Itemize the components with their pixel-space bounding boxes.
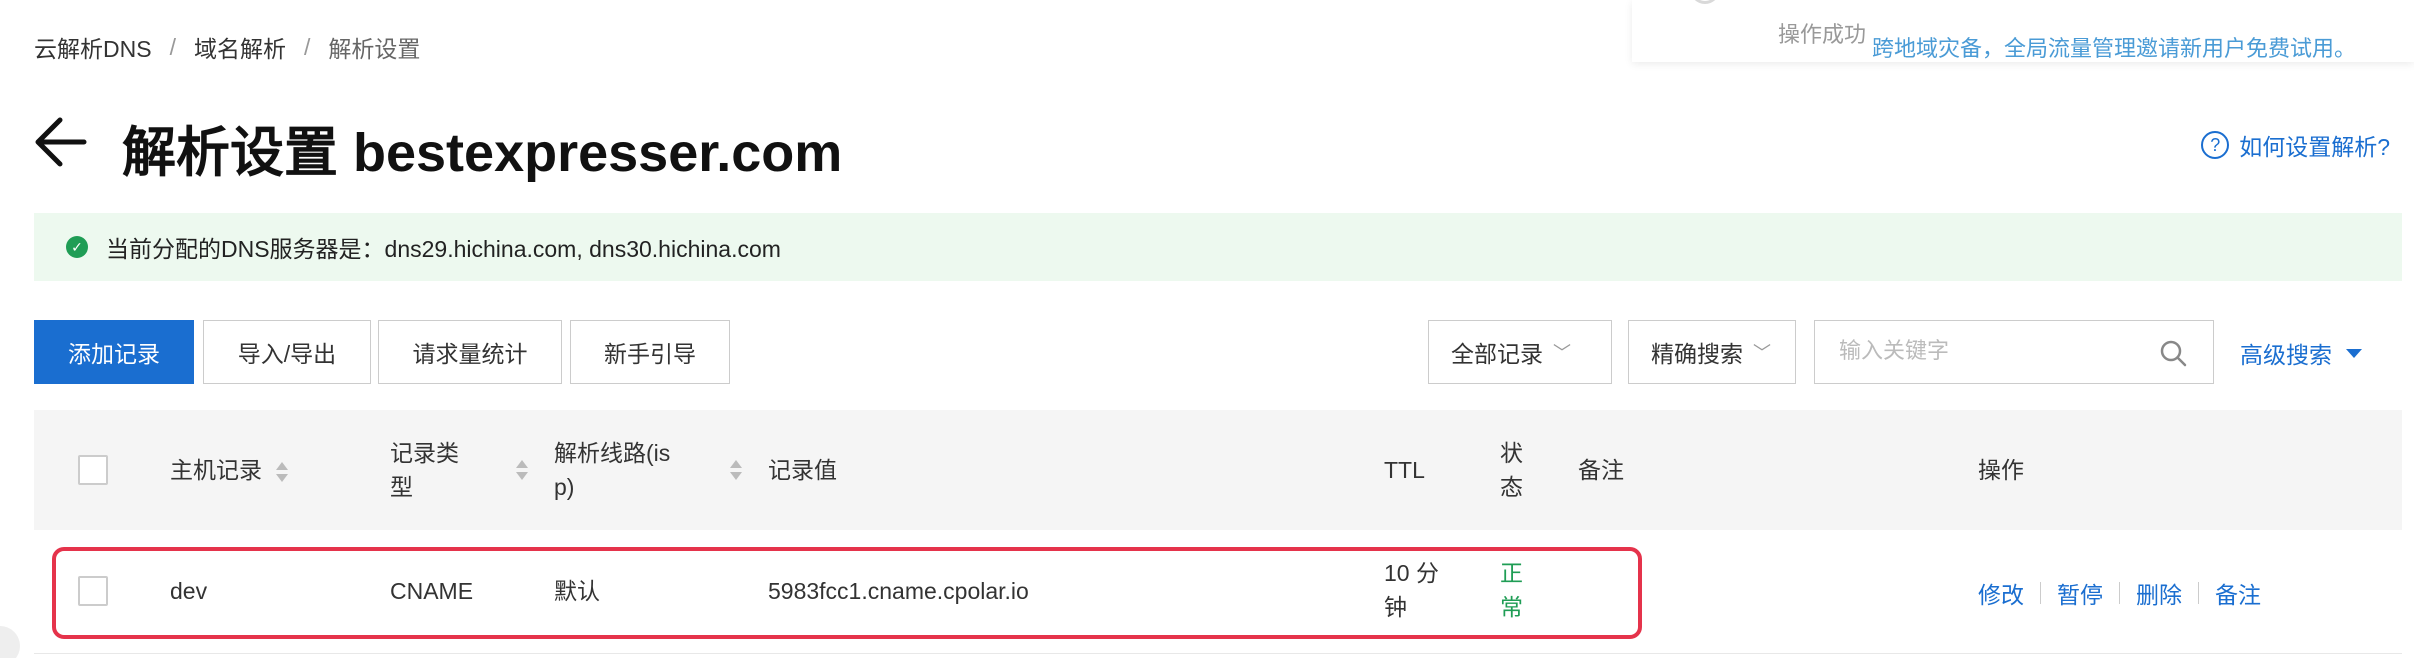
sort-icon[interactable] xyxy=(276,460,288,484)
chevron-down-icon: ﹀ xyxy=(1553,343,1571,363)
sort-icon[interactable] xyxy=(730,458,742,482)
page-title: 解析设置 bestexpresser.com xyxy=(122,123,843,183)
pause-link[interactable]: 暂停 xyxy=(2057,576,2103,610)
column-line-label-2: p) xyxy=(554,474,575,500)
remark-link[interactable]: 备注 xyxy=(2215,576,2261,610)
search-box xyxy=(1814,320,2214,384)
dns-server-text: 当前分配的DNS服务器是：dns29.hichina.com, dns30.hi… xyxy=(106,236,781,262)
action-divider xyxy=(2040,582,2041,604)
search-input[interactable] xyxy=(1815,321,2135,381)
column-type-label: 记录类 xyxy=(390,440,459,466)
column-remark: 备注 xyxy=(1578,457,1624,483)
corner-decoration xyxy=(0,626,20,658)
action-divider xyxy=(2198,582,2199,604)
table-header: 主机记录 记录类 型 解析线路(is p) 记录值 TTL 状 态 备注 操作 xyxy=(34,410,2402,530)
toast-message: 操作成功 xyxy=(1778,22,1867,47)
import-export-button[interactable]: 导入/导出 xyxy=(203,320,371,384)
success-circle-icon xyxy=(1690,0,1720,4)
row-actions: 修改 暂停 删除 备注 xyxy=(1978,576,2261,610)
column-status: 状 态 xyxy=(1500,436,1523,504)
chevron-down-icon: ﹀ xyxy=(1753,343,1771,363)
advanced-search-label: 高级搜索 xyxy=(2240,342,2332,368)
action-divider xyxy=(2119,582,2120,604)
column-host-label: 主机记录 xyxy=(170,457,262,483)
breadcrumb-separator: / xyxy=(169,33,176,60)
match-mode-value: 精确搜索 xyxy=(1651,341,1743,367)
select-all-checkbox[interactable] xyxy=(78,455,108,485)
search-icon[interactable] xyxy=(2159,339,2187,367)
caret-down-icon xyxy=(2346,348,2362,358)
breadcrumb: 云解析DNS / 域名解析 / 解析设置 xyxy=(34,30,420,64)
delete-link[interactable]: 删除 xyxy=(2136,576,2182,610)
promo-link[interactable]: 跨地域灾备，全局流量管理邀请新用户免费试用。 xyxy=(1872,31,2356,63)
record-filter-select[interactable]: 全部记录 ﹀ xyxy=(1428,320,1612,384)
sort-icon[interactable] xyxy=(516,458,528,482)
breadcrumb-item-dns[interactable]: 云解析DNS xyxy=(34,30,152,64)
column-status-label: 状 xyxy=(1500,440,1523,466)
breadcrumb-item-current: 解析设置 xyxy=(328,36,421,62)
column-type-label-2: 型 xyxy=(390,474,413,500)
breadcrumb-item-domain[interactable]: 域名解析 xyxy=(194,30,286,64)
dns-server-info: ✓ 当前分配的DNS服务器是：dns29.hichina.com, dns30.… xyxy=(34,213,2402,281)
column-ops: 操作 xyxy=(1978,457,2024,483)
add-record-button[interactable]: 添加记录 xyxy=(34,320,194,384)
column-type[interactable]: 记录类 型 xyxy=(390,436,459,504)
column-ttl: TTL xyxy=(1384,457,1425,483)
match-mode-select[interactable]: 精确搜索 ﹀ xyxy=(1628,320,1796,384)
column-value: 记录值 xyxy=(768,457,837,483)
back-arrow-icon[interactable] xyxy=(34,112,88,172)
help-link[interactable]: ? 如何设置解析? xyxy=(2201,128,2390,162)
column-status-label-2: 态 xyxy=(1500,474,1523,500)
column-line[interactable]: 解析线路(is p) xyxy=(554,436,670,504)
column-host[interactable]: 主机记录 xyxy=(170,453,288,487)
guide-button[interactable]: 新手引导 xyxy=(570,320,730,384)
toast-notification: 操作成功 跨地域灾备，全局流量管理邀请新用户免费试用。 xyxy=(1632,0,2414,62)
request-stats-button[interactable]: 请求量统计 xyxy=(378,320,562,384)
help-label: 如何设置解析? xyxy=(2239,134,2390,160)
column-line-label: 解析线路(is xyxy=(554,440,671,466)
advanced-search-button[interactable]: 高级搜索 xyxy=(2240,336,2362,370)
highlight-box xyxy=(52,547,1642,639)
check-circle-icon: ✓ xyxy=(66,236,88,258)
breadcrumb-separator: / xyxy=(303,33,311,60)
edit-link[interactable]: 修改 xyxy=(1978,576,2024,610)
record-filter-value: 全部记录 xyxy=(1451,341,1543,367)
question-icon: ? xyxy=(2201,131,2230,159)
